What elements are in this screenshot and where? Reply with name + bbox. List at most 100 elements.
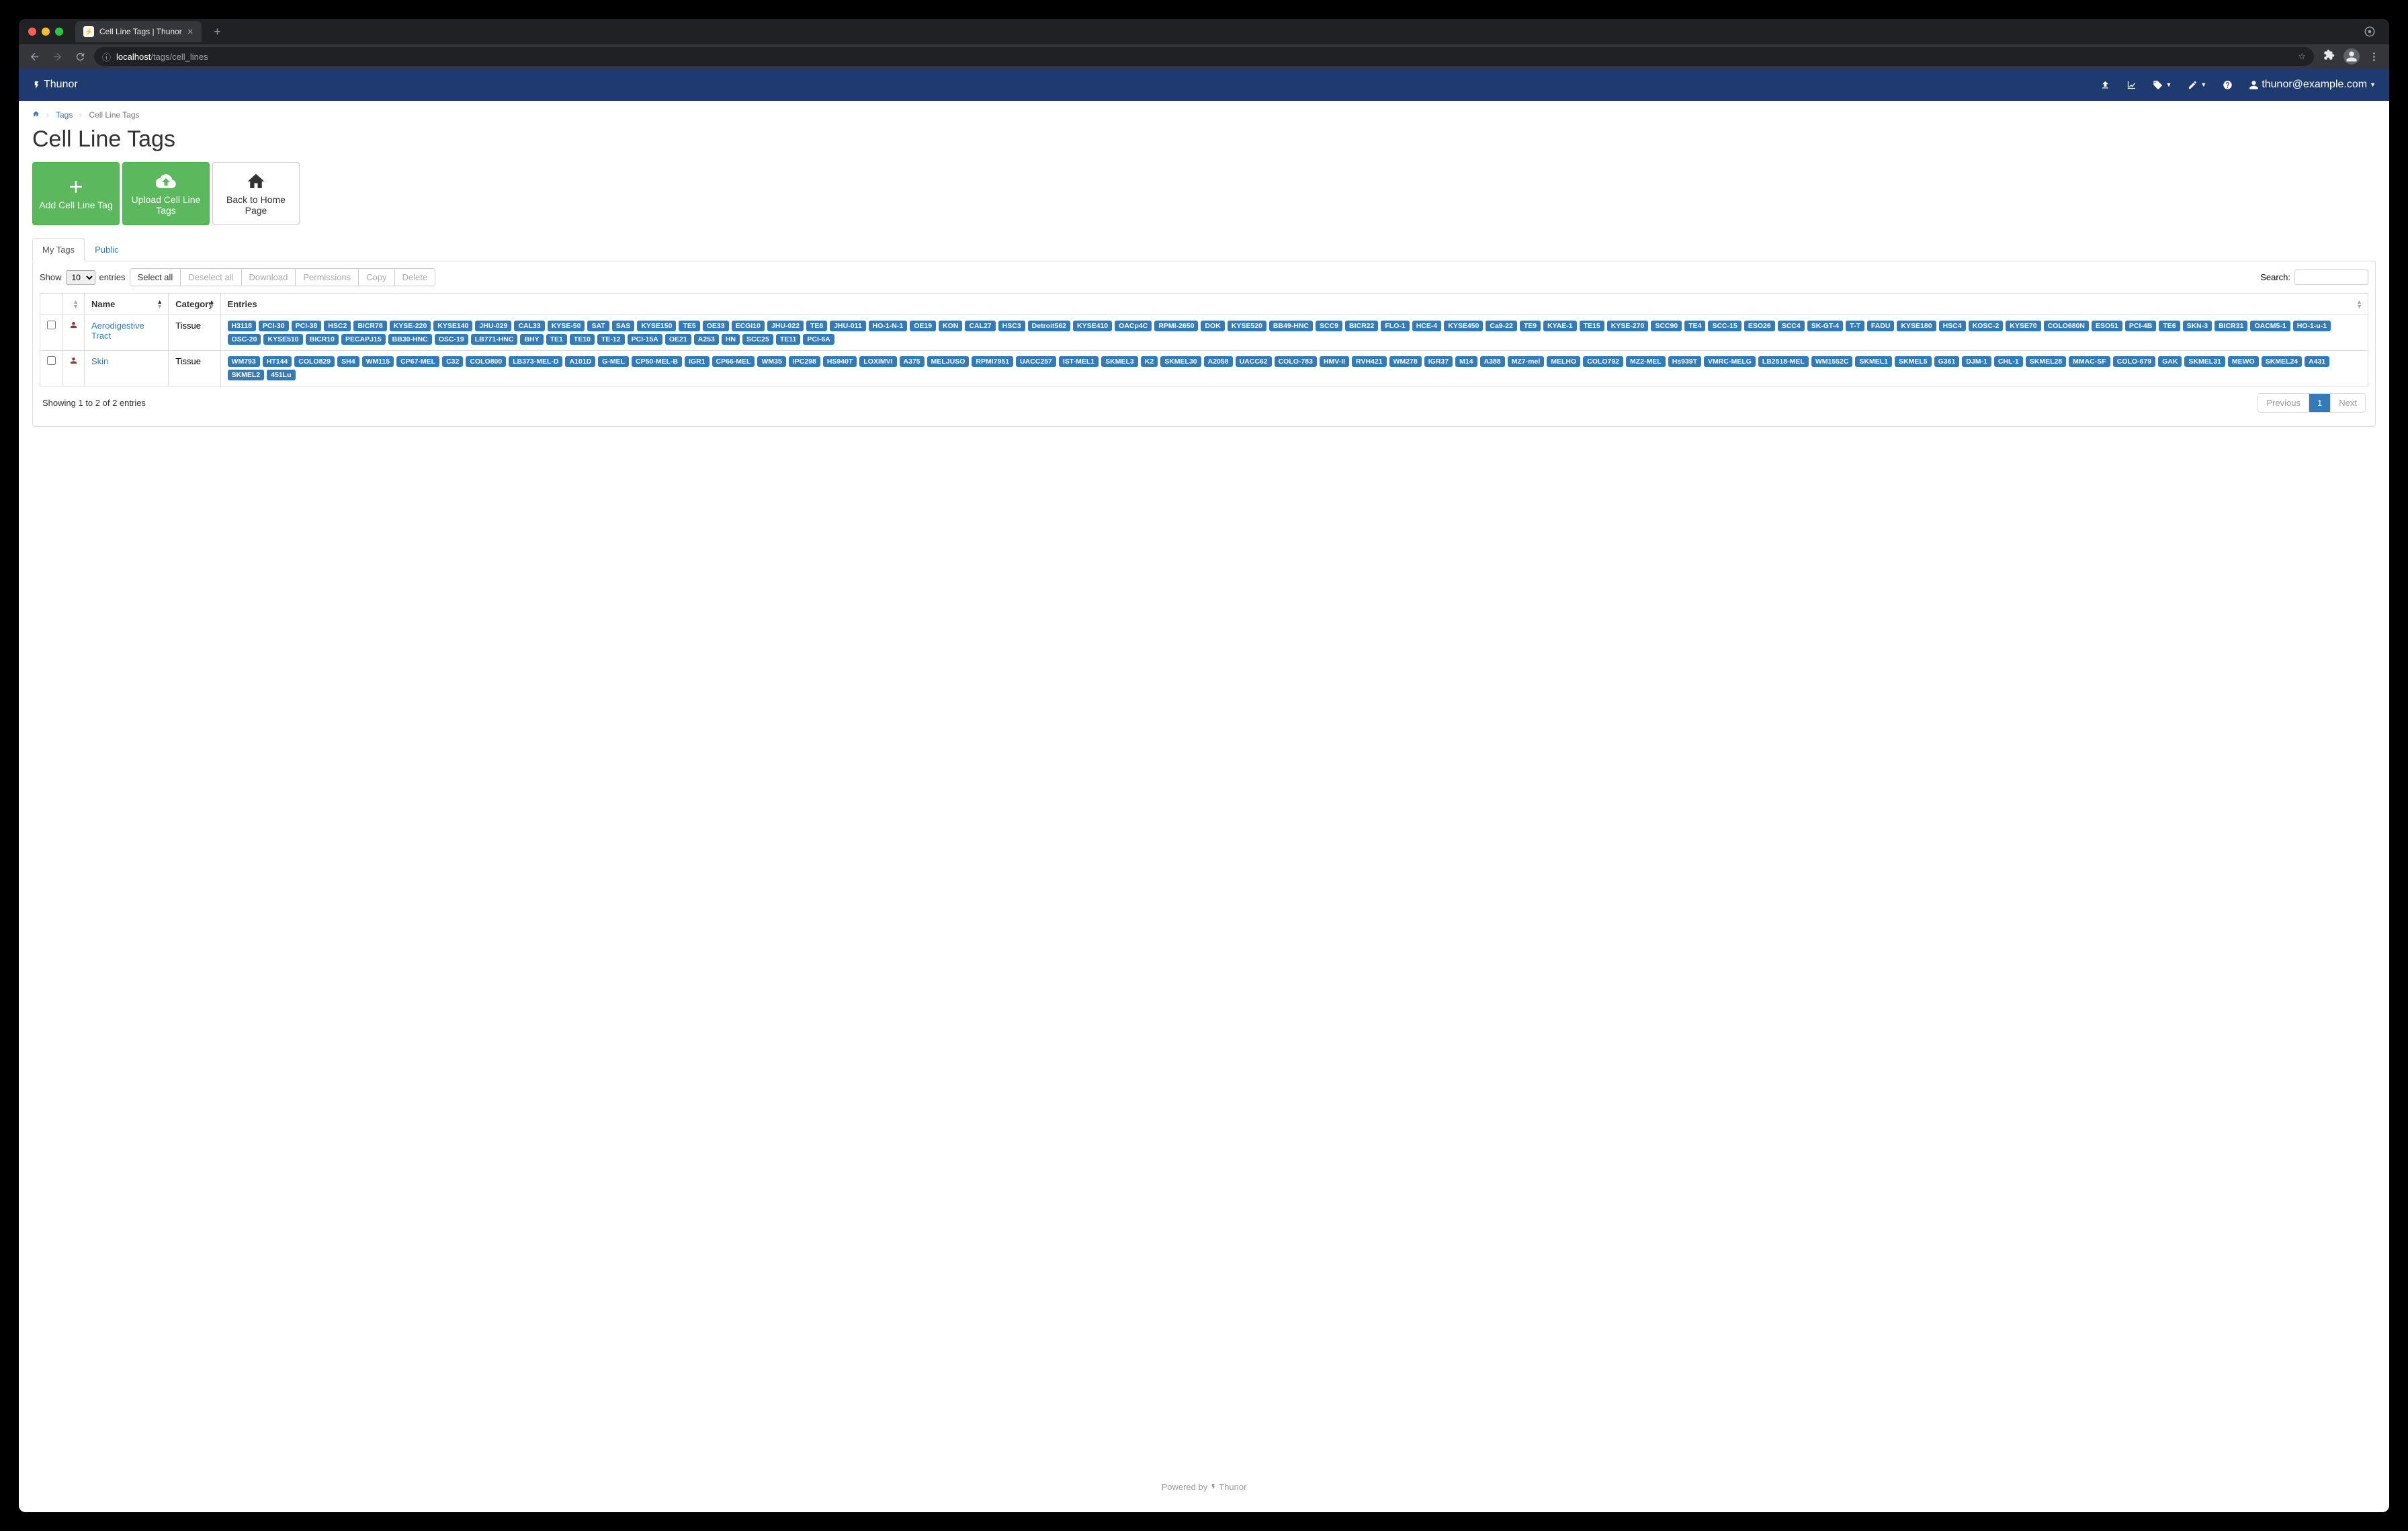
entry-tag[interactable]: KYSE520 xyxy=(1228,321,1266,331)
nav-help[interactable] xyxy=(2223,80,2233,90)
th-owner[interactable]: ▲▼ xyxy=(63,294,85,315)
entry-tag[interactable]: IST-MEL1 xyxy=(1059,356,1099,367)
breadcrumb-home[interactable] xyxy=(32,110,40,120)
nav-chart[interactable] xyxy=(2126,80,2137,90)
tab-public[interactable]: Public xyxy=(85,238,128,261)
entries-select[interactable]: 10 xyxy=(66,270,95,285)
permissions-button[interactable]: Permissions xyxy=(295,269,358,286)
entry-tag[interactable]: A2058 xyxy=(1204,356,1233,367)
entry-tag[interactable]: UACC257 xyxy=(1016,356,1056,367)
entry-tag[interactable]: JHU-029 xyxy=(475,321,511,331)
entry-tag[interactable]: SCC90 xyxy=(1651,321,1682,331)
entry-tag[interactable]: PCI-38 xyxy=(292,321,322,331)
profile-avatar[interactable] xyxy=(2344,48,2360,65)
entry-tag[interactable]: MMAC-SF xyxy=(2069,356,2110,367)
th-entries[interactable]: Entries▲▼ xyxy=(220,294,2368,315)
forward-button[interactable] xyxy=(48,48,66,65)
entry-tag[interactable]: VMRC-MELG xyxy=(1704,356,1756,367)
entry-tag[interactable]: A388 xyxy=(1480,356,1505,367)
entry-tag[interactable]: HT144 xyxy=(263,356,292,367)
entry-tag[interactable]: G361 xyxy=(1934,356,1960,367)
entry-tag[interactable]: HSC2 xyxy=(324,321,351,331)
entry-tag[interactable]: MZ7-mel xyxy=(1508,356,1545,367)
browser-menu-icon[interactable] xyxy=(2365,48,2382,65)
entry-tag[interactable]: UACC62 xyxy=(1236,356,1272,367)
entry-tag[interactable]: SKMEL30 xyxy=(1160,356,1201,367)
entry-tag[interactable]: TE11 xyxy=(776,334,801,345)
entry-tag[interactable]: SCC4 xyxy=(1778,321,1805,331)
entry-tag[interactable]: ESO26 xyxy=(1744,321,1775,331)
entry-tag[interactable]: G-MEL xyxy=(598,356,629,367)
th-name[interactable]: Name▲▼ xyxy=(85,294,169,315)
nav-user[interactable]: thunor@example.com▼ xyxy=(2249,79,2376,91)
entry-tag[interactable]: H3118 xyxy=(228,321,256,331)
deselect-all-button[interactable]: Deselect all xyxy=(180,269,241,286)
entry-tag[interactable]: BICR31 xyxy=(2214,321,2247,331)
entry-tag[interactable]: 451Lu xyxy=(267,370,295,380)
entry-tag[interactable]: OSC-19 xyxy=(435,334,468,345)
entry-tag[interactable]: SKMEL1 xyxy=(1855,356,1892,367)
entry-tag[interactable]: OE21 xyxy=(665,334,691,345)
entry-tag[interactable]: KYSE510 xyxy=(263,334,302,345)
th-category[interactable]: Category▲▼ xyxy=(169,294,220,315)
entry-tag[interactable]: COLO800 xyxy=(466,356,506,367)
entry-tag[interactable]: A431 xyxy=(2305,356,2329,367)
entry-tag[interactable]: CHL-1 xyxy=(1994,356,2023,367)
entry-tag[interactable]: KYSE-50 xyxy=(548,321,585,331)
entry-tag[interactable]: KYSE450 xyxy=(1444,321,1483,331)
entry-tag[interactable]: K2 xyxy=(1141,356,1158,367)
entry-tag[interactable]: CP50-MEL-B xyxy=(632,356,682,367)
entry-tag[interactable]: A253 xyxy=(694,334,719,345)
new-tab-button[interactable]: + xyxy=(208,25,227,39)
copy-button[interactable]: Copy xyxy=(358,269,394,286)
entry-tag[interactable]: HO-1-u-1 xyxy=(2293,321,2331,331)
entry-tag[interactable]: KYSE70 xyxy=(2006,321,2040,331)
bookmark-star-icon[interactable]: ☆ xyxy=(2298,51,2306,62)
entry-tag[interactable]: OACM5-1 xyxy=(2250,321,2290,331)
entry-tag[interactable]: A101D xyxy=(565,356,595,367)
entry-tag[interactable]: SK-GT-4 xyxy=(1807,321,1843,331)
entry-tag[interactable]: KYSE140 xyxy=(433,321,472,331)
entry-tag[interactable]: JHU-011 xyxy=(830,321,865,331)
entry-tag[interactable]: RPMI7951 xyxy=(972,356,1013,367)
entry-tag[interactable]: KYSE180 xyxy=(1897,321,1936,331)
entry-tag[interactable]: SKMEL5 xyxy=(1895,356,1932,367)
select-all-button[interactable]: Select all xyxy=(130,269,181,286)
entry-tag[interactable]: SKMEL28 xyxy=(2026,356,2066,367)
entry-tag[interactable]: OSC-20 xyxy=(228,334,261,345)
entry-tag[interactable]: KYSE-270 xyxy=(1607,321,1649,331)
nav-upload[interactable] xyxy=(2100,80,2110,90)
entry-tag[interactable]: COLO792 xyxy=(1583,356,1623,367)
entry-tag[interactable]: HO-1-N-1 xyxy=(869,321,908,331)
brand[interactable]: Thunor xyxy=(32,79,78,91)
entry-tag[interactable]: PCI-30 xyxy=(259,321,289,331)
entry-tag[interactable]: TE1 xyxy=(546,334,567,345)
entry-tag[interactable]: KYSE410 xyxy=(1073,321,1112,331)
browser-tab-active[interactable]: ⚡ Cell Line Tags | Thunor × xyxy=(75,21,202,42)
entry-tag[interactable]: HCE-4 xyxy=(1412,321,1442,331)
delete-button[interactable]: Delete xyxy=(394,269,435,286)
page-1[interactable]: 1 xyxy=(2309,394,2330,412)
entry-tag[interactable]: PECAPJ15 xyxy=(341,334,386,345)
row-checkbox[interactable] xyxy=(47,321,56,329)
entry-tag[interactable]: HN xyxy=(722,334,740,345)
entry-tag[interactable]: LB373-MEL-D xyxy=(509,356,562,367)
entry-tag[interactable]: OACp4C xyxy=(1115,321,1152,331)
row-checkbox[interactable] xyxy=(47,356,56,365)
entry-tag[interactable]: MELHO xyxy=(1547,356,1580,367)
entry-tag[interactable]: BB30-HNC xyxy=(388,334,432,345)
shield-icon[interactable] xyxy=(2364,26,2376,38)
entry-tag[interactable]: A375 xyxy=(900,356,924,367)
tag-name-link[interactable]: Aerodigestive Tract xyxy=(91,321,144,341)
entry-tag[interactable]: HMV-II xyxy=(1320,356,1349,367)
close-window[interactable] xyxy=(28,28,36,36)
nav-tags[interactable]: ▼ xyxy=(2153,80,2172,90)
entry-tag[interactable]: ECGI10 xyxy=(732,321,765,331)
entry-tag[interactable]: MZ2-MEL xyxy=(1626,356,1666,367)
entry-tag[interactable]: DJM-1 xyxy=(1962,356,1991,367)
tab-my-tags[interactable]: My Tags xyxy=(32,238,85,261)
search-input[interactable] xyxy=(2294,270,2368,285)
entry-tag[interactable]: KOSC-2 xyxy=(1969,321,2004,331)
entry-tag[interactable]: HSC4 xyxy=(1939,321,1966,331)
entry-tag[interactable]: HSC3 xyxy=(998,321,1025,331)
